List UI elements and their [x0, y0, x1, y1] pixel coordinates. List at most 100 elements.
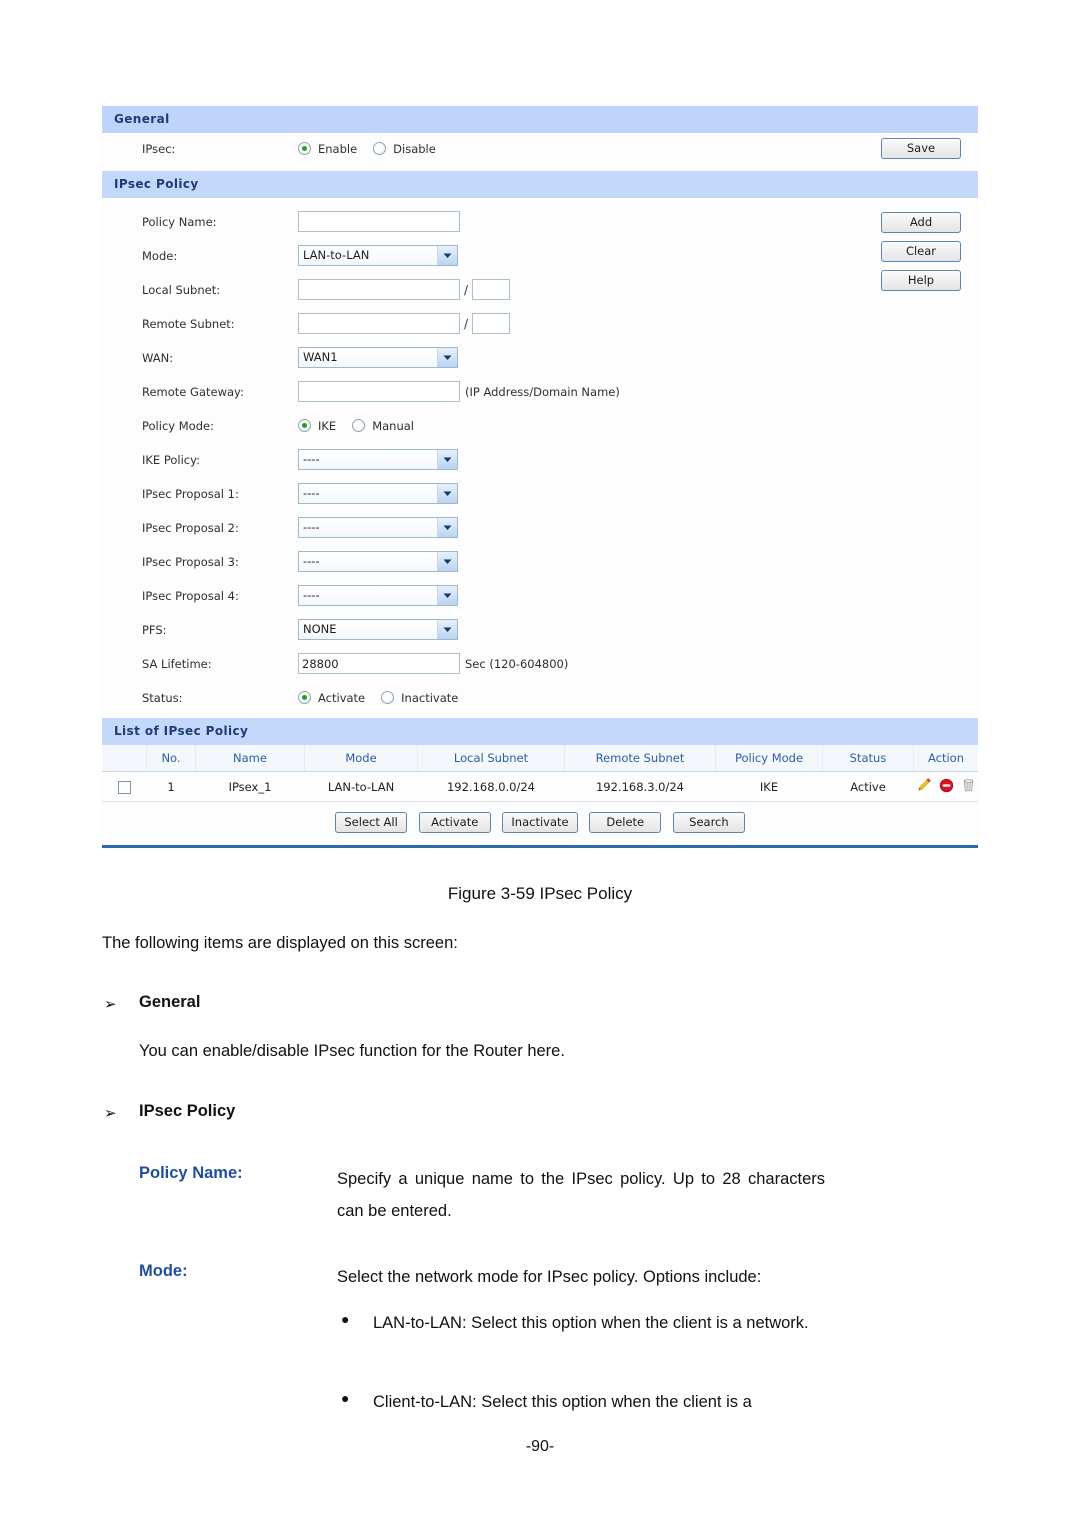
forbid-icon[interactable]	[939, 778, 954, 796]
row-policy-mode: Policy Mode: IKE Manual	[102, 410, 978, 444]
radio-status-inactivate[interactable]	[381, 691, 395, 704]
label-ipsec-proposal-2: IPsec Proposal 2:	[142, 521, 239, 535]
row-action-icons	[915, 777, 978, 796]
body-general: You can enable/disable IPsec function fo…	[139, 1042, 565, 1060]
column-header-policy-mode: Policy Mode	[715, 745, 823, 772]
ike-policy-select-value: ----	[303, 452, 320, 466]
remote-subnet-mask-input[interactable]	[472, 313, 510, 334]
radio-status-activate[interactable]	[298, 691, 311, 704]
ipsec-proposal-3-select[interactable]: ----	[298, 551, 458, 572]
label-ipsec-proposal-4: IPsec Proposal 4:	[142, 589, 239, 603]
trash-icon[interactable]	[961, 777, 976, 796]
label-manual: Manual	[372, 418, 414, 433]
row-local-subnet: Local Subnet: /	[102, 274, 978, 308]
table-header-row: No. Name Mode Local Subnet Remote Subnet…	[102, 745, 978, 772]
row-pfs: PFS: NONE	[102, 614, 978, 648]
label-remote-gateway: Remote Gateway:	[142, 385, 244, 399]
chevron-down-icon	[437, 552, 457, 571]
ipsec-proposal-2-control: ----	[298, 517, 458, 538]
remote-gateway-input[interactable]	[298, 381, 460, 402]
slash-separator: /	[463, 316, 469, 331]
ipsec-proposal-1-value: ----	[303, 486, 320, 500]
row-ipsec-proposal-4: IPsec Proposal 4: ----	[102, 580, 978, 614]
local-subnet-input[interactable]	[298, 279, 460, 300]
search-button[interactable]: Search	[672, 812, 745, 833]
ipsec-proposal-3-control: ----	[298, 551, 458, 572]
section-arrow-ipsec-policy: ➢	[104, 1105, 117, 1122]
chevron-down-icon	[437, 484, 457, 503]
radio-policy-mode-manual[interactable]	[352, 419, 366, 432]
term-policy-name: Policy Name:	[139, 1164, 243, 1182]
policy-name-input[interactable]	[298, 211, 460, 232]
column-header-remote-subnet: Remote Subnet	[564, 745, 716, 772]
radio-ipsec-enable[interactable]	[298, 142, 311, 155]
label-sa-lifetime: SA Lifetime:	[142, 657, 212, 671]
row-policy-name: Policy Name:	[102, 206, 978, 240]
label-policy-name: Policy Name:	[142, 215, 217, 229]
column-header-mode: Mode	[304, 745, 418, 772]
section-header-general: General	[102, 106, 978, 133]
ipsec-proposal-3-value: ----	[303, 554, 320, 568]
column-header-select	[102, 745, 147, 772]
cell-local-subnet: 192.168.0.0/24	[417, 771, 565, 802]
page-number: -90-	[525, 1438, 555, 1455]
label-status: Status:	[142, 691, 183, 705]
column-header-action: Action	[913, 745, 978, 772]
radio-policy-mode-ike[interactable]	[298, 419, 311, 432]
row-ike-policy: IKE Policy: ----	[102, 444, 978, 478]
ipsec-policy-table: No. Name Mode Local Subnet Remote Subnet…	[102, 745, 978, 802]
cell-remote-subnet: 192.168.3.0/24	[564, 771, 716, 802]
row-ipsec-proposal-2: IPsec Proposal 2: ----	[102, 512, 978, 546]
ipsec-radio-group[interactable]: Enable Disable	[298, 141, 452, 156]
chevron-down-icon	[437, 348, 457, 367]
pencil-icon[interactable]	[916, 777, 932, 796]
remote-subnet-input[interactable]	[298, 313, 460, 334]
ipsec-policy-section: Add Clear Help Policy Name: Mode: LAN-to…	[102, 198, 978, 718]
mode-select[interactable]: LAN-to-LAN	[298, 245, 458, 266]
activate-button[interactable]: Activate	[418, 812, 491, 833]
row-status: Status: Activate Inactivate	[102, 682, 978, 718]
column-header-local-subnet: Local Subnet	[417, 745, 565, 772]
chevron-down-icon	[437, 620, 457, 639]
local-subnet-mask-input[interactable]	[472, 279, 510, 300]
radio-ipsec-disable[interactable]	[373, 142, 387, 155]
pfs-select-value: NONE	[303, 622, 337, 636]
ipsec-proposal-2-select[interactable]: ----	[298, 517, 458, 538]
row-ipsec-enable: IPsec: Enable Disable Save	[102, 133, 978, 171]
sa-lifetime-hint: Sec (120-604800)	[465, 656, 569, 671]
column-header-no: No.	[146, 745, 196, 772]
remote-gateway-hint: (IP Address/Domain Name)	[465, 384, 620, 399]
select-all-button[interactable]: Select All	[335, 812, 408, 833]
status-radio-group[interactable]: Activate Inactivate	[298, 690, 474, 705]
policy-mode-radio-group[interactable]: IKE Manual	[298, 418, 430, 433]
wan-select[interactable]: WAN1	[298, 347, 458, 368]
cell-select[interactable]	[102, 771, 147, 802]
column-header-status: Status	[822, 745, 914, 772]
row-sa-lifetime: SA Lifetime: Sec (120-604800)	[102, 648, 978, 682]
label-ipsec: IPsec:	[142, 142, 176, 156]
bullet-lan-to-lan: LAN-to-LAN: Select this option when the …	[373, 1314, 809, 1332]
bullet-marker-lan-to-lan: ●	[341, 1311, 350, 1327]
term-mode: Mode:	[139, 1262, 188, 1280]
ipsec-proposal-4-select[interactable]: ----	[298, 585, 458, 606]
label-policy-mode: Policy Mode:	[142, 419, 214, 433]
label-ike-policy: IKE Policy:	[142, 453, 200, 467]
bullet-marker-client-to-lan: ●	[341, 1390, 350, 1406]
ipsec-proposal-1-select[interactable]: ----	[298, 483, 458, 504]
router-config-screenshot: General IPsec: Enable Disable Save IPsec …	[102, 106, 978, 848]
inactivate-button[interactable]: Inactivate	[502, 812, 578, 833]
section-header-list-of-ipsec-policy: List of IPsec Policy	[102, 718, 978, 745]
wan-select-value: WAN1	[303, 350, 338, 364]
delete-button[interactable]: Delete	[589, 812, 662, 833]
ike-policy-select[interactable]: ----	[298, 449, 458, 470]
pfs-select[interactable]: NONE	[298, 619, 458, 640]
column-header-name: Name	[195, 745, 305, 772]
row-remote-subnet: Remote Subnet: /	[102, 308, 978, 342]
chevron-down-icon	[437, 586, 457, 605]
ipsec-proposal-1-control: ----	[298, 483, 458, 504]
row-checkbox[interactable]	[117, 780, 131, 794]
list-action-buttons: Select All Activate Inactivate Delete Se…	[102, 802, 978, 833]
figure-caption: Figure 3-59 IPsec Policy	[447, 884, 633, 903]
sa-lifetime-input[interactable]	[298, 653, 460, 674]
save-button[interactable]: Save	[881, 138, 961, 159]
